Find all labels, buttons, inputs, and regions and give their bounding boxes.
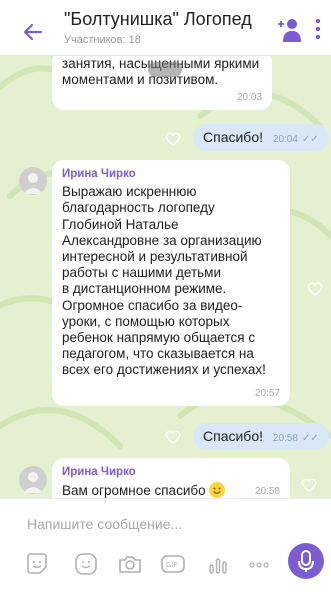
message-time: 20:04: [272, 134, 298, 145]
floating-date-indicator: [148, 62, 183, 77]
sender-name[interactable]: Ирина Чирко: [62, 166, 280, 182]
read-receipt-icon: ✓✓: [301, 433, 319, 444]
message-line: благодарность логопеду: [62, 200, 215, 216]
add-participant-icon[interactable]: [276, 16, 304, 44]
incoming-message-bubble[interactable]: Ирина Чирко Выражаю искреннюю благодарно…: [52, 160, 290, 406]
outgoing-message-bubble[interactable]: Спасибо! 20:58 ✓✓: [193, 423, 329, 450]
chat-area[interactable]: занятия, насыщенными яркими моментами и …: [0, 56, 331, 498]
message-text: Спасибо!: [203, 428, 263, 444]
message-line: в дистанционном режиме.: [62, 281, 227, 297]
like-heart-icon[interactable]: [164, 428, 182, 446]
voice-bars-icon[interactable]: [205, 551, 231, 577]
chat-header: "Болтунишка" Логопед Участников: 18: [0, 0, 331, 56]
message-text: Вам огромное спасибо: [62, 483, 206, 498]
microphone-icon: [298, 550, 314, 572]
message-time: 20:58: [254, 485, 280, 497]
message-text: Спасибо!: [203, 129, 263, 145]
like-heart-icon[interactable]: [306, 280, 324, 298]
message-composer: Напишите сообщение... GIF: [0, 498, 331, 598]
message-line: интересной и результативной: [62, 249, 248, 265]
camera-icon[interactable]: [117, 551, 143, 577]
gif-icon[interactable]: GIF: [160, 551, 186, 577]
message-line: всех его достижениях и успехах!: [62, 362, 266, 378]
smiling-emoji-icon: [209, 482, 226, 498]
message-time: 20:03: [236, 91, 262, 103]
like-heart-icon[interactable]: [300, 476, 318, 494]
emoji-icon[interactable]: [73, 551, 99, 577]
message-line: Глобиной Наталье: [62, 216, 179, 232]
like-heart-icon[interactable]: [164, 130, 182, 148]
default-avatar-icon: [23, 472, 43, 493]
chat-title[interactable]: "Болтунишка" Логопед: [64, 9, 252, 30]
message-input[interactable]: Напишите сообщение...: [27, 516, 182, 532]
more-options-icon[interactable]: [314, 17, 322, 41]
outgoing-message-bubble[interactable]: Спасибо! 20:04 ✓✓: [193, 124, 329, 151]
message-time: 20:57: [254, 387, 280, 399]
message-line: уроки, с помощью которых: [62, 313, 230, 329]
microphone-button[interactable]: [288, 543, 324, 579]
avatar[interactable]: [19, 167, 47, 195]
default-avatar-icon: [23, 173, 43, 194]
back-arrow-icon[interactable]: [22, 21, 44, 43]
read-receipt-icon: ✓✓: [301, 134, 319, 145]
svg-text:GIF: GIF: [166, 562, 178, 569]
message-line: педагогом, что сказывается на: [62, 346, 254, 362]
message-line: Выражаю искреннюю: [62, 184, 197, 200]
avatar[interactable]: [19, 466, 47, 494]
message-line: Огромное спасибо за видео-: [62, 297, 243, 313]
sender-name[interactable]: Ирина Чирко: [62, 464, 280, 480]
incoming-message-bubble[interactable]: Ирина Чирко Вам огромное спасибо 20:58: [52, 458, 290, 498]
more-dots-icon[interactable]: [246, 551, 272, 577]
message-line: Александровне за организацию: [62, 232, 262, 248]
sticker-icon[interactable]: [24, 551, 50, 577]
message-line: ребенок напрямую общается с: [62, 330, 256, 346]
message-line: работы с нашими детьми: [62, 265, 221, 281]
participants-count: Участников: 18: [64, 34, 141, 46]
message-time: 20:58: [272, 433, 298, 444]
